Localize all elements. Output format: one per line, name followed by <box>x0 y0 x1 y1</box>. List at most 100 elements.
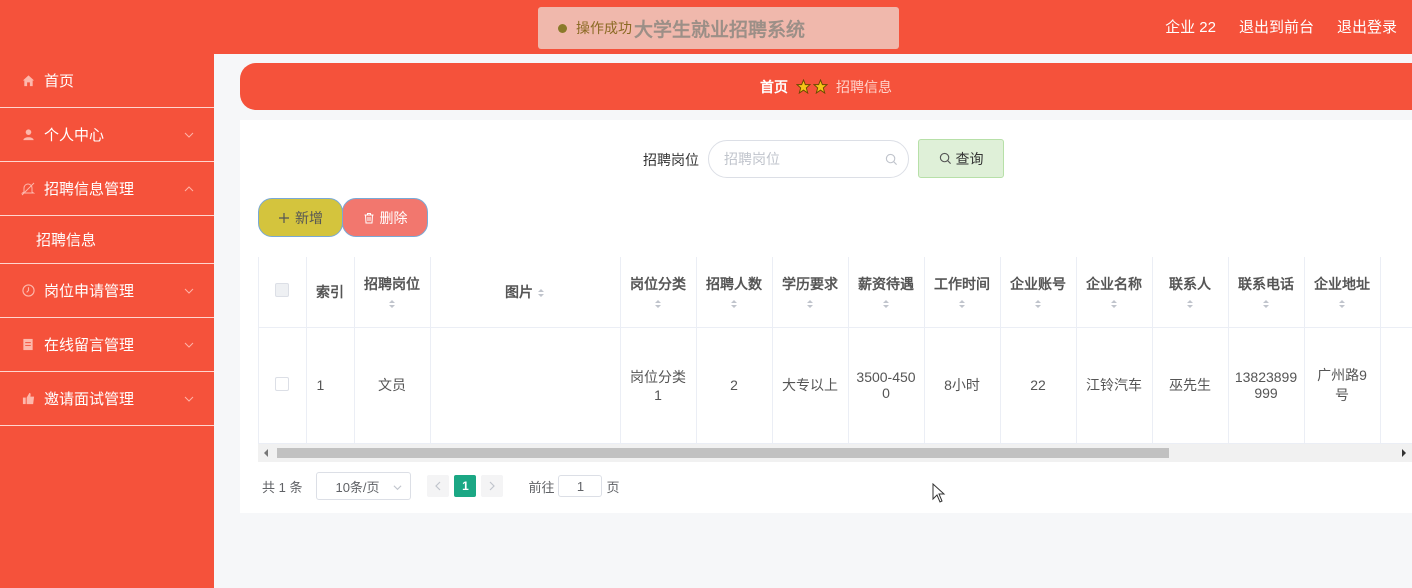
goto-page-input[interactable] <box>558 475 603 497</box>
column-header[interactable]: 薪资待遇 <box>848 257 925 328</box>
chevron-right-icon <box>490 481 496 491</box>
sidebar-item-recruitment-management[interactable]: 招聘信息管理 <box>0 162 214 216</box>
column-header[interactable]: 招聘人数 <box>696 257 773 328</box>
breadcrumb-home[interactable]: 首页 <box>760 77 788 97</box>
cell-work-hours: 8小时 <box>924 327 1001 444</box>
column-header[interactable]: 学历要求 <box>772 257 849 328</box>
sidebar-item-label: 岗位申请管理 <box>44 283 135 300</box>
table-row: 1 文员 岗位分类1 2 大专以上 3500-4500 8小时 22 江铃汽车 … <box>259 327 1412 444</box>
top-bar: 操作成功 大学生就业招聘系统 企业 22 退出到前台 退出登录 <box>0 0 1412 54</box>
delete-button[interactable]: 删除 <box>342 198 428 237</box>
plus-icon <box>279 212 289 223</box>
select-all-cell <box>259 257 307 328</box>
success-icon <box>558 23 567 33</box>
scroll-left-icon[interactable] <box>262 448 270 458</box>
page-number-button[interactable]: 1 <box>454 475 477 497</box>
star-icon <box>796 79 811 94</box>
sort-icon[interactable] <box>1110 298 1118 310</box>
trash-icon <box>364 212 373 223</box>
app-title: 大学生就业招聘系统 <box>634 19 806 41</box>
sidebar-item-interview-management[interactable]: 邀请面试管理 <box>0 372 214 426</box>
column-header[interactable]: 联系人 <box>1152 257 1229 328</box>
top-links: 企业 22 退出到前台 退出登录 <box>1165 16 1397 37</box>
pagination-total: 共 1 条 <box>262 479 303 495</box>
sidebar-item-message-management[interactable]: 在线留言管理 <box>0 318 214 372</box>
column-header[interactable]: 图片 <box>430 257 621 328</box>
user-label[interactable]: 企业 22 <box>1165 16 1216 37</box>
column-header[interactable]: 联系电话 <box>1228 257 1305 328</box>
chevron-down-icon <box>184 342 194 348</box>
goto-prefix: 前往 <box>528 479 555 495</box>
cell-image <box>430 327 621 444</box>
column-header[interactable]: 工作时间 <box>924 257 1001 328</box>
column-header[interactable]: 企业地址 <box>1304 257 1381 328</box>
page-size-value: 10条/页 <box>335 479 380 495</box>
sort-icon[interactable] <box>1186 298 1194 310</box>
pagination: 共 1 条 10条/页 1 前往 页 <box>262 472 620 500</box>
scrollbar-thumb[interactable] <box>277 448 1169 458</box>
user-icon <box>20 127 36 143</box>
search-field[interactable] <box>708 140 909 178</box>
breadcrumb: 首页 招聘信息 <box>240 63 1412 110</box>
prev-page-button[interactable] <box>427 475 450 497</box>
cell-headcount: 2 <box>696 327 773 444</box>
star-icons <box>796 79 828 94</box>
sort-icon[interactable] <box>1262 298 1270 310</box>
cell-education: 大专以上 <box>772 327 849 444</box>
star-icon <box>813 79 828 94</box>
scroll-right-icon[interactable] <box>1400 448 1408 458</box>
sort-icon[interactable] <box>882 298 890 310</box>
horizontal-scrollbar[interactable] <box>258 444 1412 462</box>
toast-message: 操作成功 <box>576 20 632 36</box>
sort-icon[interactable] <box>1034 298 1042 310</box>
column-header[interactable]: 招聘岗位 <box>354 257 431 328</box>
sidebar-item-home[interactable]: 首页 <box>0 54 214 108</box>
sort-icon[interactable] <box>958 298 966 310</box>
next-page-button[interactable] <box>481 475 504 497</box>
mouse-pointer-icon <box>932 483 946 503</box>
sort-icon[interactable] <box>730 298 738 310</box>
column-header: 索引 <box>306 257 355 328</box>
chevron-down-icon <box>393 485 402 491</box>
row-select-cell <box>259 327 307 444</box>
column-header[interactable]: 企业账号 <box>1000 257 1077 328</box>
chevron-left-icon <box>435 481 441 491</box>
sidebar-item-label: 首页 <box>44 73 75 90</box>
query-button-label: 查询 <box>955 150 984 167</box>
add-button-label: 新增 <box>295 209 323 226</box>
sidebar-item-personal-center[interactable]: 个人中心 <box>0 108 214 162</box>
page-size-select[interactable]: 10条/页 <box>316 472 412 500</box>
sidebar-item-label: 招聘信息 <box>36 232 97 249</box>
search-input[interactable] <box>724 151 874 167</box>
cell-account: 22 <box>1000 327 1077 444</box>
cell-phone: 13823899999 <box>1228 327 1305 444</box>
delete-button-label: 删除 <box>379 209 408 226</box>
goto-page: 前往 页 <box>528 475 620 497</box>
column-header[interactable]: 岗位分类 <box>620 257 697 328</box>
sort-icon[interactable] <box>1338 298 1346 310</box>
sort-icon[interactable] <box>806 298 814 310</box>
chevron-up-icon <box>184 185 194 191</box>
row-checkbox[interactable] <box>275 376 290 391</box>
search-icon <box>939 152 951 165</box>
sort-icon[interactable] <box>654 298 662 310</box>
sort-icon[interactable] <box>537 287 545 299</box>
back-to-front-link[interactable]: 退出到前台 <box>1239 16 1314 37</box>
logout-link[interactable]: 退出登录 <box>1337 16 1397 37</box>
mute-icon <box>20 181 36 197</box>
sidebar-item-application-management[interactable]: 岗位申请管理 <box>0 264 214 318</box>
cell-category: 岗位分类1 <box>620 327 697 444</box>
sidebar-item-label: 邀请面试管理 <box>44 391 135 408</box>
sort-icon[interactable] <box>388 298 396 310</box>
column-header[interactable]: 企业名称 <box>1076 257 1153 328</box>
cell-overflow <box>1380 327 1412 444</box>
query-button[interactable]: 查询 <box>918 139 1004 178</box>
sidebar-item-recruitment-info[interactable]: 招聘信息 <box>0 216 214 264</box>
table-header-row: 索引 招聘岗位 图片 岗位分类 招聘人数 学历要求 薪资待遇 工作时间 企业账号… <box>259 257 1412 328</box>
select-all-checkbox[interactable] <box>275 283 290 298</box>
document-icon <box>20 337 36 353</box>
search-label: 招聘岗位 <box>643 152 699 168</box>
thumbs-up-icon <box>20 391 36 407</box>
add-button[interactable]: 新增 <box>258 198 343 237</box>
clock-icon <box>20 283 36 299</box>
